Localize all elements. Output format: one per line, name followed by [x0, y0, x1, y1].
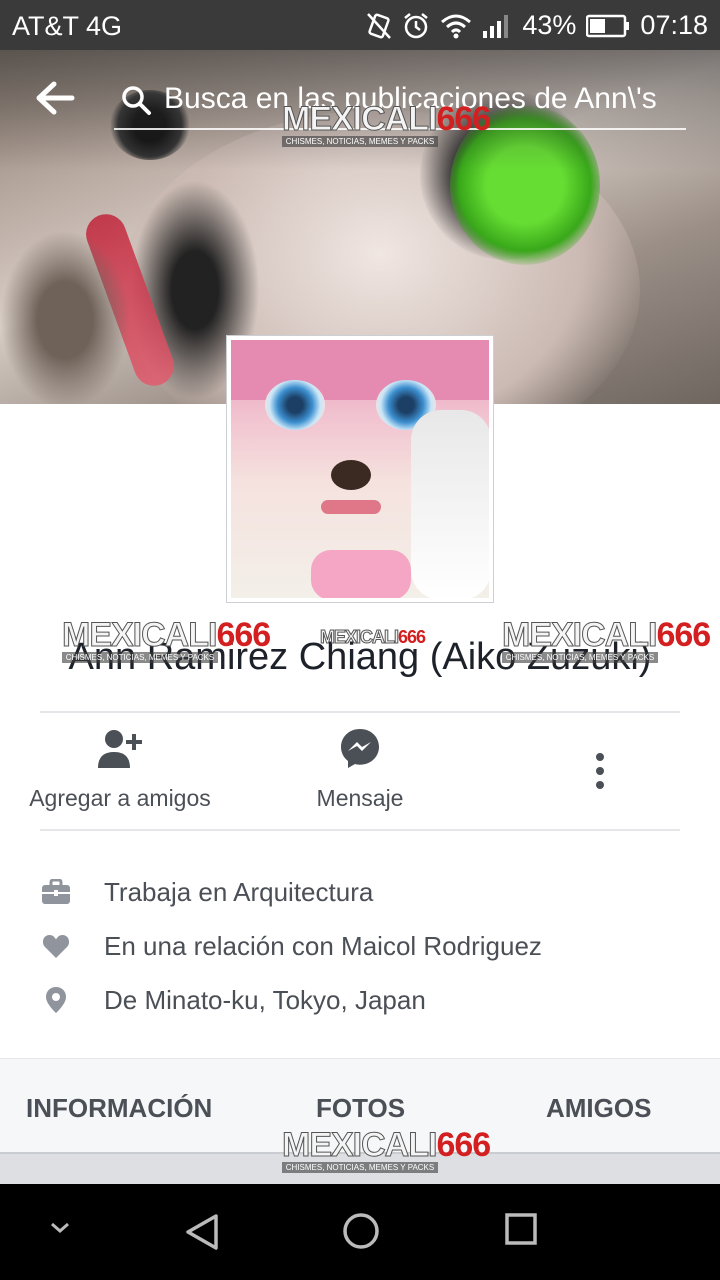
message-label: Mensaje [316, 785, 404, 811]
tab-photos[interactable]: FOTOS [316, 1093, 405, 1124]
location-pin-icon [40, 986, 72, 1014]
vibrate-off-icon [366, 12, 392, 40]
add-friend-label: Agregar a amigos [29, 785, 211, 811]
watermark-logo: MEXICALI666 CHISMES, NOTICIAS, MEMES Y P… [61, 616, 271, 663]
briefcase-icon [40, 879, 72, 905]
profile-picture[interactable] [226, 335, 494, 603]
carrier-label: AT&T 4G [12, 11, 123, 41]
more-options-icon[interactable] [588, 752, 612, 792]
add-friend-button[interactable]: Agregar a amigos [20, 726, 220, 812]
home-nav-icon[interactable] [342, 1212, 380, 1255]
tab-friends[interactable]: AMIGOS [546, 1093, 651, 1124]
system-nav-bar [0, 1184, 720, 1280]
wifi-icon [440, 13, 472, 39]
search-icon [120, 84, 152, 121]
back-nav-icon[interactable] [182, 1212, 222, 1257]
heart-icon [40, 933, 72, 959]
battery-percent: 43% [522, 10, 577, 40]
intro-work-text: Trabaja en Arquitectura [104, 876, 374, 907]
message-button[interactable]: Mensaje [290, 726, 430, 812]
add-friend-icon [96, 726, 144, 775]
intro-hometown-text: De Minato-ku, Tokyo, Japan [104, 984, 426, 1015]
watermark-logo: MEXICALI666 CHISMES, NOTICIAS, MEMES Y P… [501, 616, 711, 663]
messenger-icon [338, 726, 382, 775]
divider [40, 711, 680, 713]
watermark-logo: MEXICALI666 CHISMES, NOTICIAS, MEMES Y P… [281, 1126, 491, 1173]
signal-icon [482, 13, 512, 39]
tab-information[interactable]: INFORMACIÓN [26, 1093, 212, 1124]
status-bar: AT&T 4G 43% 07:18 [0, 0, 720, 50]
clock: 07:18 [640, 10, 708, 40]
intro-hometown[interactable]: De Minato-ku, Tokyo, Japan [40, 980, 426, 1020]
recents-nav-icon[interactable] [504, 1212, 538, 1251]
watermark-logo: MEXICALI666 CHISMES, NOTICIAS, MEMES Y P… [281, 100, 491, 147]
hide-keyboard-icon[interactable] [48, 1220, 72, 1241]
divider [40, 829, 680, 831]
battery-icon [586, 14, 630, 38]
alarm-icon [402, 12, 430, 40]
intro-work[interactable]: Trabaja en Arquitectura [40, 872, 373, 912]
back-arrow-icon[interactable] [34, 80, 76, 121]
intro-relationship[interactable]: En una relación con Maicol Rodriguez [40, 926, 542, 966]
watermark-logo: MEXICALI666 [319, 627, 426, 647]
intro-relationship-text: En una relación con Maicol Rodriguez [104, 930, 542, 961]
